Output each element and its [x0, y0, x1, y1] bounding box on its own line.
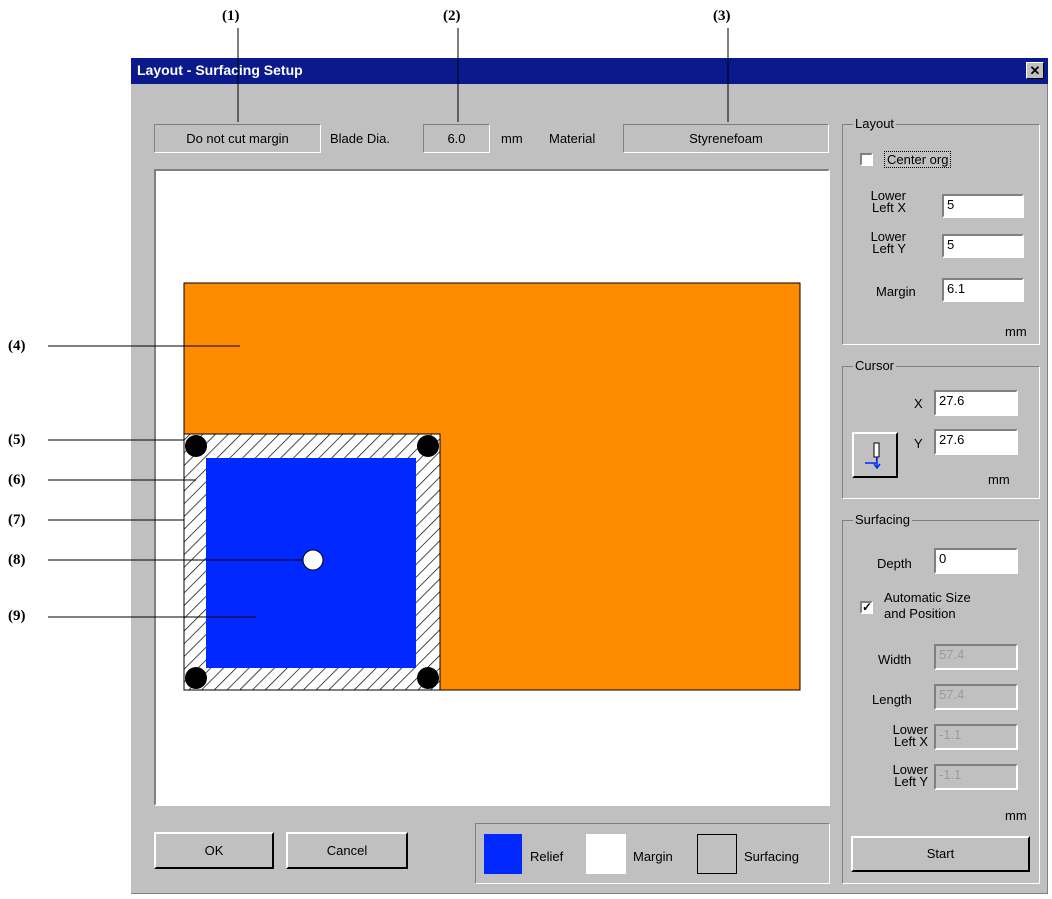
- legend-surfacing-label: Surfacing: [744, 849, 799, 864]
- width-label: Width: [878, 652, 912, 667]
- surf-lower-left-y-label: Lower Left Y: [884, 763, 928, 789]
- relief-swatch: [484, 834, 522, 874]
- callout-3: (3): [713, 8, 731, 24]
- legend-relief-label: Relief: [530, 849, 564, 864]
- close-button[interactable]: ✕: [1026, 62, 1044, 79]
- blade-unit-label: mm: [501, 131, 523, 146]
- length-label: Length: [872, 692, 912, 707]
- lower-left-y-input[interactable]: 5: [942, 234, 1024, 258]
- close-icon: ✕: [1029, 63, 1041, 78]
- length-input[interactable]: 57.4: [934, 684, 1018, 710]
- auto-size-position-checkbox[interactable]: ✓: [860, 601, 873, 614]
- callout-4: (4): [8, 338, 26, 354]
- auto-size-position-label[interactable]: Automatic Size and Position: [884, 590, 971, 622]
- cursor-x-input[interactable]: 27.6: [934, 390, 1018, 416]
- ok-button[interactable]: OK: [154, 832, 274, 869]
- cursor-x-label: X: [914, 396, 923, 411]
- surfacing-unit-label: mm: [1005, 808, 1027, 823]
- lower-left-y-label: Lower Left Y: [862, 230, 906, 256]
- center-org-checkbox[interactable]: [860, 153, 873, 166]
- layout-unit-label: mm: [1005, 324, 1027, 339]
- cursor-group-title: Cursor: [853, 358, 897, 373]
- material-label: Material: [549, 131, 596, 146]
- blade-dia-value: 6.0: [447, 131, 466, 146]
- cancel-button[interactable]: Cancel: [286, 832, 408, 869]
- callout-7: (7): [8, 512, 26, 528]
- callout-1: (1): [222, 8, 240, 24]
- surf-lly-label-line2: Left Y: [894, 774, 928, 789]
- layout-preview-canvas[interactable]: [154, 169, 830, 806]
- surf-lower-left-y-input[interactable]: -1.1: [934, 764, 1018, 790]
- width-input[interactable]: 57.4: [934, 644, 1018, 670]
- lower-left-y-label-line2: Left Y: [872, 241, 906, 256]
- title-bar[interactable]: Layout - Surfacing Setup ✕: [131, 58, 1048, 84]
- callout-6: (6): [8, 472, 26, 488]
- layout-group-title: Layout: [853, 116, 897, 131]
- margin-label: Margin: [876, 284, 916, 299]
- auto-label-line2: and Position: [884, 606, 956, 621]
- surf-lower-left-x-input[interactable]: -1.1: [934, 724, 1018, 750]
- callout-5: (5): [8, 432, 26, 448]
- cursor-y-label: Y: [914, 436, 923, 451]
- lower-left-x-input[interactable]: 5: [942, 194, 1024, 218]
- margin-input[interactable]: 6.1: [942, 278, 1024, 302]
- auto-label-line1: Automatic Size: [884, 590, 971, 605]
- blade-dia-label: Blade Dia.: [330, 131, 390, 146]
- callout-9: (9): [8, 608, 26, 624]
- material-value: Styrenefoam: [689, 131, 763, 146]
- surfacing-swatch: [697, 834, 737, 874]
- window-title: Layout - Surfacing Setup: [137, 62, 303, 78]
- tool-move-icon: [865, 442, 881, 470]
- callout-8: (8): [8, 552, 26, 568]
- lower-left-x-label: Lower Left X: [862, 189, 906, 215]
- margin-mode-display[interactable]: Do not cut margin: [154, 124, 321, 153]
- center-org-label[interactable]: Center org: [884, 151, 952, 168]
- margin-mode-label: Do not cut margin: [186, 131, 289, 146]
- material-display: Styrenefoam: [623, 124, 829, 153]
- surfacing-group-title: Surfacing: [853, 512, 912, 527]
- lower-left-x-label-line2: Left X: [872, 200, 906, 215]
- move-to-cursor-button[interactable]: [852, 432, 898, 478]
- depth-input[interactable]: 0: [934, 548, 1018, 574]
- callout-2: (2): [443, 8, 461, 24]
- surf-lower-left-x-label: Lower Left X: [884, 723, 928, 749]
- start-button[interactable]: Start: [851, 836, 1030, 872]
- margin-swatch: [586, 834, 626, 874]
- blade-dia-display: 6.0: [423, 124, 490, 153]
- surf-llx-label-line2: Left X: [894, 734, 928, 749]
- cursor-y-input[interactable]: 27.6: [934, 429, 1018, 455]
- depth-label: Depth: [877, 556, 912, 571]
- cursor-unit-label: mm: [988, 472, 1010, 487]
- legend-margin-label: Margin: [633, 849, 673, 864]
